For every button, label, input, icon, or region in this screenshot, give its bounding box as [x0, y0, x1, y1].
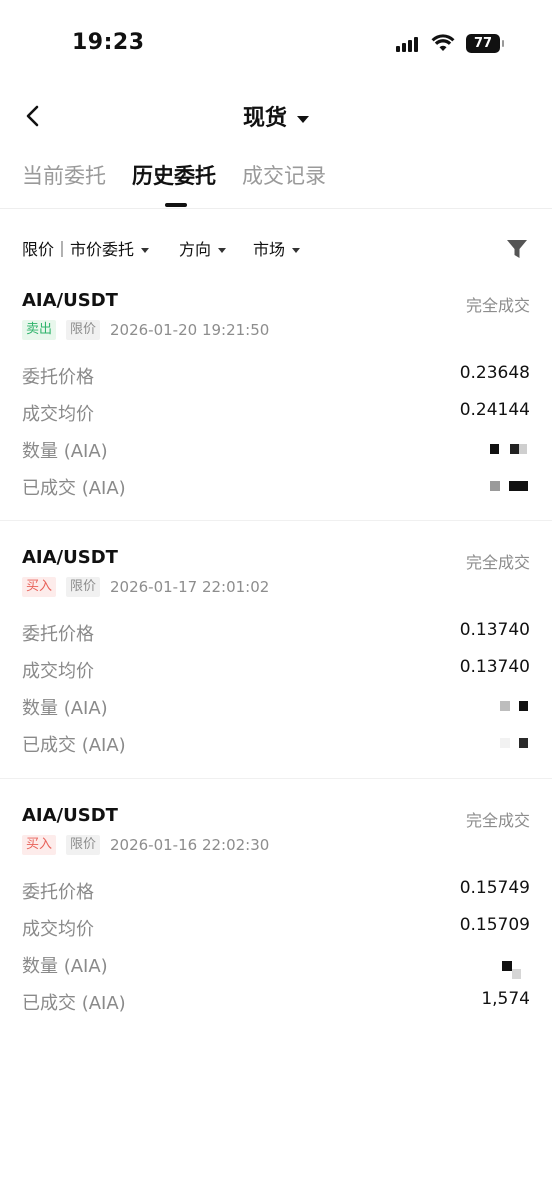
row-label: 数量 (AIA) [22, 698, 108, 719]
order-time: 2026-01-16 22:02:30 [110, 836, 270, 854]
row-value: 0.13740 [459, 657, 530, 677]
page-title[interactable]: 现货 [0, 100, 552, 132]
order-card[interactable]: AIA/USDT 完全成交 卖出 限价 2026-01-20 19:21:50 … [0, 290, 552, 520]
signal-icon [396, 36, 424, 52]
row-label: 已成交 (AIA) [22, 478, 126, 499]
order-time: 2026-01-20 19:21:50 [110, 321, 270, 339]
card-divider [0, 778, 552, 779]
order-pair: AIA/USDT [22, 290, 118, 311]
tabs-divider [0, 208, 552, 209]
side-badge: 买入 [22, 577, 57, 597]
filter-market-label: 市场 [253, 240, 286, 259]
order-pair: AIA/USDT [22, 547, 118, 568]
caret-down-icon [292, 248, 301, 253]
filter-direction-label: 方向 [179, 240, 212, 259]
row-label: 已成交 (AIA) [22, 735, 126, 756]
filter-order-type-label: 限价｜市价委托 [22, 240, 135, 259]
row-value: 0.23648 [459, 363, 530, 383]
row-label: 数量 (AIA) [22, 956, 108, 977]
caret-down-icon [297, 115, 309, 123]
active-tab-indicator [165, 203, 187, 207]
row-value: 0.24144 [459, 400, 530, 420]
tab-order-history[interactable]: 历史委托 [132, 160, 216, 190]
row-label: 成交均价 [22, 661, 94, 682]
side-badge: 买入 [22, 835, 57, 855]
row-label: 委托价格 [22, 624, 94, 645]
row-label: 委托价格 [22, 882, 94, 903]
masked-value [500, 738, 530, 750]
quantity-row: 数量 (AIA) [22, 694, 530, 720]
filled-row: 已成交 (AIA) 1,574 [22, 989, 530, 1015]
masked-value [490, 481, 530, 493]
masked-value [500, 701, 530, 713]
row-label: 数量 (AIA) [22, 441, 108, 462]
quantity-row: 数量 (AIA) [22, 952, 530, 979]
row-label: 成交均价 [22, 404, 94, 425]
order-price-row: 委托价格 0.15749 [22, 878, 530, 904]
order-status: 完全成交 [465, 296, 530, 315]
order-card[interactable]: AIA/USDT 完全成交 买入 限价 2026-01-17 22:01:02 … [0, 547, 552, 777]
order-status: 完全成交 [465, 553, 530, 572]
status-bar: 19:23 77 [0, 0, 552, 90]
funnel-icon[interactable] [506, 238, 528, 260]
side-badge: 卖出 [22, 320, 57, 340]
tab-trade-history[interactable]: 成交记录 [242, 160, 326, 190]
wifi-icon [431, 34, 455, 51]
caret-down-icon [141, 248, 150, 253]
order-price-row: 委托价格 0.23648 [22, 363, 530, 389]
row-value: 0.15749 [459, 878, 530, 898]
avg-price-row: 成交均价 0.24144 [22, 400, 530, 426]
battery-icon: 77 [466, 34, 504, 53]
card-divider [0, 520, 552, 521]
order-time: 2026-01-17 22:01:02 [110, 578, 270, 596]
page-title-text: 现货 [242, 106, 287, 131]
masked-value [490, 444, 530, 456]
order-type-badge: 限价 [66, 835, 101, 855]
row-label: 已成交 (AIA) [22, 993, 126, 1014]
order-card[interactable]: AIA/USDT 完全成交 买入 限价 2026-01-16 22:02:30 … [0, 805, 552, 1020]
order-type-badge: 限价 [66, 320, 101, 340]
caret-down-icon [218, 248, 227, 253]
filled-row: 已成交 (AIA) [22, 474, 530, 500]
order-price-row: 委托价格 0.13740 [22, 620, 530, 646]
filter-direction[interactable]: 方向 [179, 236, 227, 260]
avg-price-row: 成交均价 0.13740 [22, 657, 530, 683]
filter-order-type[interactable]: 限价｜市价委托 [22, 236, 150, 260]
quantity-row: 数量 (AIA) [22, 437, 530, 463]
status-time: 19:23 [72, 30, 145, 55]
order-status: 完全成交 [465, 811, 530, 830]
row-value: 1,574 [481, 989, 530, 1009]
filter-market[interactable]: 市场 [253, 236, 301, 260]
tab-current-orders[interactable]: 当前委托 [22, 160, 106, 190]
masked-value [502, 961, 530, 979]
filled-row: 已成交 (AIA) [22, 731, 530, 757]
row-value: 0.13740 [459, 620, 530, 640]
row-label: 委托价格 [22, 367, 94, 388]
avg-price-row: 成交均价 0.15709 [22, 915, 530, 941]
order-pair: AIA/USDT [22, 805, 118, 826]
row-label: 成交均价 [22, 919, 94, 940]
order-type-badge: 限价 [66, 577, 101, 597]
row-value: 0.15709 [459, 915, 530, 935]
